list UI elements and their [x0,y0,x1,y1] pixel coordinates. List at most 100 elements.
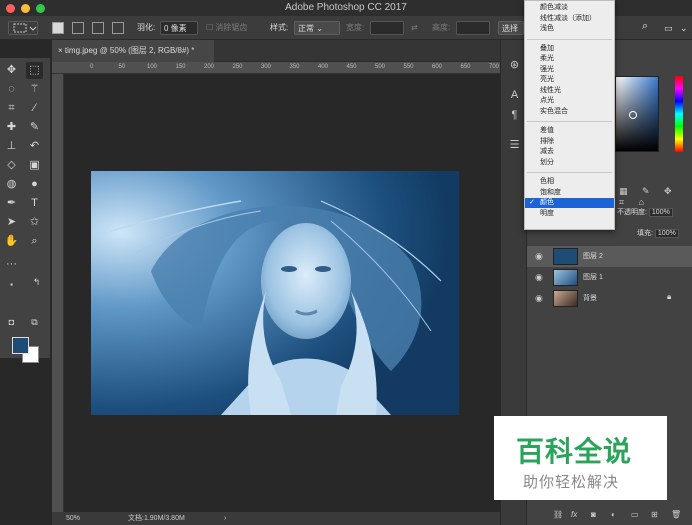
clone-stamp-tool-icon[interactable]: ⊥ [3,138,20,155]
blend-mode-item[interactable]: 线性光 [525,86,614,96]
layer-row[interactable]: ◉ 背景 🔒︎ [527,288,692,309]
paragraph-panel-icon[interactable]: ¶ [507,108,522,123]
history-brush-tool-icon[interactable]: ↶ [26,138,43,155]
blend-mode-item[interactable]: 线性减淡（添加） [525,14,614,24]
feather-input[interactable]: 0 像素 [160,21,198,35]
character-panel-icon[interactable]: A [507,88,522,103]
delete-layer-icon[interactable]: 🗑︎ [671,510,681,519]
blend-mode-menu: 颜色减淡线性减淡（添加） 浅色叠加 柔光 强光 亮光线性光 点光 实色混合差值 排除 减去 划分色… [524,0,615,230]
opacity-label: 不透明度: [617,209,647,216]
hue-slider[interactable] [675,76,683,152]
path-selection-tool-icon[interactable]: ➤ [3,214,20,231]
style-select[interactable]: 正常 ⌄ [294,21,340,35]
foreground-color-swatch[interactable] [12,337,29,354]
pen-tool-icon[interactable]: ✒ [3,195,20,212]
color-field-cursor[interactable] [629,111,637,119]
intersect-selection-icon[interactable] [112,22,124,34]
blend-mode-item[interactable]: 柔光 [525,54,614,64]
link-layers-icon[interactable]: ⛓ [553,510,563,519]
eraser-tool-icon[interactable]: ◇ [3,157,20,174]
ruler-tick-label: 0 [90,64,94,70]
default-colors-icon[interactable]: ▪ [3,276,20,293]
magic-wand-tool-icon[interactable]: ⚚ [26,81,43,98]
blend-mode-label: 亮光 [540,76,554,83]
lasso-tool-icon[interactable]: ◌ [3,81,20,98]
style-label: 样式: [270,23,289,32]
new-layer-icon[interactable]: ⊞ [651,510,658,519]
blend-mode-item[interactable]: 点光 [525,96,614,106]
blend-mode-label: 实色混合 [540,107,568,115]
lock-options-icons[interactable]: ▦ ✎ ✥ ⌗ ⌂ [619,186,692,208]
add-to-selection-icon[interactable] [72,22,84,34]
type-tool-icon[interactable]: T [26,195,43,212]
close-tab-icon[interactable]: × [58,46,65,55]
blend-mode-item[interactable]: 实色混合 [525,107,614,117]
status-menu-chevron-icon[interactable]: › [224,512,226,525]
opacity-control[interactable]: 不透明度: 100% [617,207,673,217]
blend-mode-item[interactable]: 浅色 [525,24,614,34]
edit-toolbar-icon[interactable]: ··· [3,256,20,273]
eyedropper-tool-icon[interactable]: ⁄ [26,100,43,117]
document-tab[interactable]: × timg.jpeg @ 50% (图层 2, RGB/8#) * [52,40,214,62]
blend-mode-item[interactable]: 亮光 [525,75,614,85]
blend-mode-item[interactable]: 划分 [525,158,614,168]
tool-preset-picker[interactable] [8,21,38,35]
gradient-tool-icon[interactable]: ▣ [26,157,43,174]
width-input[interactable] [370,21,404,35]
blend-mode-label: 颜色减淡 [540,4,568,11]
blend-mode-item[interactable]: 饱和度 [525,188,614,198]
document-image[interactable] [91,171,459,415]
color-picker-field[interactable] [615,76,659,152]
crop-tool-icon[interactable]: ⌗ [3,100,20,117]
blend-mode-item[interactable]: 明度 [525,209,614,219]
hand-tool-icon[interactable]: ✋ [3,233,20,250]
layer-row[interactable]: ◉ 图层 1 [527,267,692,288]
search-icon[interactable]: ⌕ [642,19,648,33]
blend-mode-item[interactable]: 差值 [525,126,614,136]
antialias-checkbox[interactable]: ☐ 消除锯齿 [206,21,247,35]
custom-shape-tool-icon[interactable]: ✩ [26,214,43,231]
workspace-icon[interactable]: ▭ [664,21,673,35]
fill-input[interactable]: 100% [654,229,679,238]
blend-mode-item[interactable]: 颜色减淡 [525,3,614,13]
fill-control[interactable]: 填充: 100% [637,228,679,238]
history-panel-icon[interactable]: ⊛ [507,58,522,73]
layer-style-icon[interactable]: fx [571,510,577,519]
dodge-tool-icon[interactable]: ● [26,176,43,193]
visibility-eye-icon[interactable]: ◉ [535,251,543,262]
brush-tool-icon[interactable]: ✎ [26,119,43,136]
new-group-icon[interactable]: ▭ [631,510,639,519]
zoom-tool-icon[interactable]: ⌕ [26,233,43,250]
antialias-label: 消除锯齿 [215,23,248,32]
move-tool-icon[interactable]: ✥ [3,62,20,79]
healing-brush-tool-icon[interactable]: ✚ [3,119,20,136]
properties-panel-icon[interactable]: ☰ [507,138,522,153]
blend-mode-item[interactable]: 色相 [525,177,614,187]
blur-tool-icon[interactable]: ◍ [3,176,20,193]
blend-mode-item[interactable]: 减去 [525,147,614,157]
subtract-selection-icon[interactable] [92,22,104,34]
blend-mode-item[interactable]: 排除 [525,137,614,147]
layer-name: 图层 2 [583,253,603,260]
blend-mode-item[interactable]: ✓ 颜色 [525,198,614,208]
quick-mask-icon[interactable]: ◘ [3,314,20,331]
opacity-input[interactable]: 100% [648,208,673,217]
blend-mode-item[interactable]: 强光 [525,65,614,75]
height-input[interactable] [456,21,490,35]
ruler-tick-label: 650 [460,64,471,70]
zoom-level[interactable]: 50% [66,512,80,525]
new-selection-icon[interactable] [52,22,64,34]
rectangular-marquee-tool-icon[interactable]: ⬚ [26,62,43,79]
swap-dimensions-icon[interactable]: ⇄ [411,21,418,35]
blend-mode-item[interactable]: 叠加 [525,44,614,54]
layer-row[interactable]: ◉ 图层 2 [527,246,692,267]
visibility-eye-icon[interactable]: ◉ [535,293,543,304]
adjustment-layer-icon[interactable]: ◐ [611,510,616,519]
select-and-mask-button[interactable]: 选择并 [498,21,524,35]
add-mask-icon[interactable]: ◙ [591,510,596,519]
visibility-eye-icon[interactable]: ◉ [535,272,543,283]
swap-colors-icon[interactable]: ↰ [28,274,45,291]
workspace-chevron-icon[interactable]: ⌄ [680,21,688,35]
width-label: 宽度: [346,23,365,32]
screen-mode-icon[interactable]: ⧉ [26,314,43,331]
